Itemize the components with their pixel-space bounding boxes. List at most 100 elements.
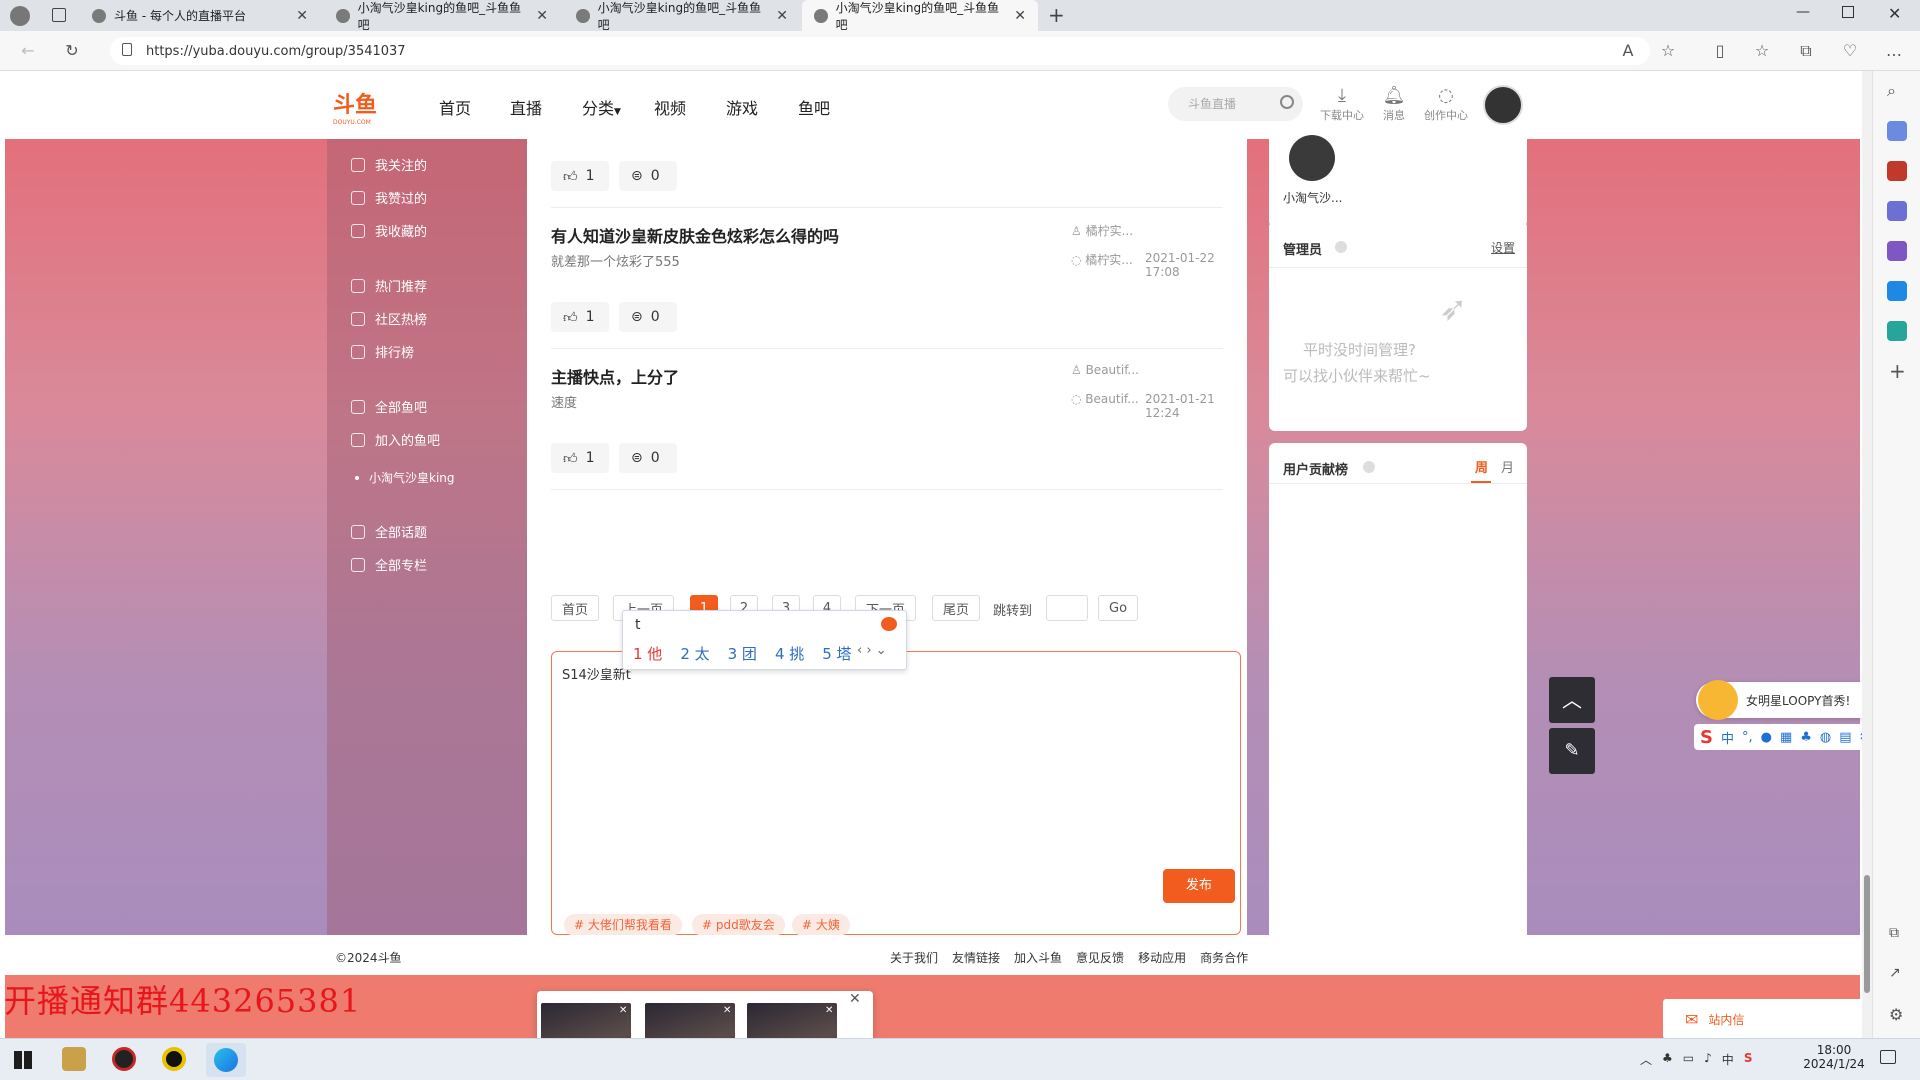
like-button[interactable]: 👍︎ 1	[551, 302, 609, 332]
sidebar-item-all-yuba[interactable]: 全部鱼吧	[351, 397, 427, 416]
search-icon[interactable]: ⌕	[1887, 81, 1907, 101]
chevron-up-icon[interactable]: ︿	[1640, 1051, 1652, 1068]
help-icon[interactable]	[1363, 461, 1375, 473]
sidebar-item-following[interactable]: 我关注的	[351, 155, 427, 174]
sidebar-item-all-columns[interactable]: 全部专栏	[351, 555, 427, 574]
refresh-icon[interactable]: ↻	[62, 41, 82, 61]
post-author[interactable]: ♙ 橘柠实...	[1071, 222, 1133, 239]
scrollbar-thumb[interactable]	[1864, 875, 1870, 993]
thumbnail-image[interactable]	[747, 1003, 837, 1038]
tools-icon[interactable]	[1887, 161, 1907, 181]
sidebar-item-joined-yuba[interactable]: 加入的鱼吧	[351, 430, 440, 449]
post-title[interactable]: 有人知道沙皇新皮肤金色炫彩怎么得的吗	[551, 223, 839, 247]
post-editor[interactable]: S14沙皇新t # 大佬们帮我看看 # pdd歌友会 # 大姨	[551, 651, 1241, 936]
edit-post-button[interactable]: ✎	[1549, 728, 1595, 774]
mic-icon[interactable]: ●	[1761, 730, 1772, 745]
ime-candidate[interactable]: 3 团	[728, 643, 757, 664]
settings-icon[interactable]: ⚙	[1889, 1005, 1903, 1024]
remove-thumb-icon[interactable]: ✕	[619, 1005, 627, 1016]
sidebar-item-hot[interactable]: 热门推荐	[351, 276, 427, 295]
tab-week[interactable]: 周	[1475, 457, 1488, 476]
close-popup-icon[interactable]: ✕	[849, 991, 861, 1007]
thumbnail-image[interactable]	[541, 1003, 631, 1038]
back-icon[interactable]: ←	[18, 41, 38, 61]
page-first-button[interactable]: 首页	[551, 595, 600, 621]
close-icon[interactable]: ✕	[296, 8, 308, 24]
shopping-icon[interactable]	[1887, 121, 1907, 141]
office-icon[interactable]	[1887, 241, 1907, 261]
league-client-icon[interactable]	[62, 1047, 86, 1071]
sidebar-item-collected[interactable]: 我收藏的	[351, 221, 427, 240]
like-button[interactable]: 👍︎ 1	[551, 161, 609, 191]
collections-icon[interactable]: ⧉	[1796, 41, 1816, 61]
close-icon[interactable]: ✕	[1014, 8, 1026, 24]
nav-category[interactable]: 分类▼	[582, 95, 621, 119]
nav-yuba[interactable]: 鱼吧	[798, 95, 830, 119]
keyboard-icon[interactable]: ▦	[1780, 730, 1792, 745]
footer-link-business[interactable]: 商务合作	[1200, 949, 1248, 966]
network-icon[interactable]: ▭	[1683, 1051, 1694, 1068]
creator-center[interactable]: ◌ 创作中心	[1421, 85, 1471, 123]
ime-candidate[interactable]: 4 挑	[775, 643, 804, 664]
sidebar-item-current-group[interactable]: 小淘气沙皇king	[355, 469, 455, 486]
remove-thumb-icon[interactable]: ✕	[825, 1005, 833, 1016]
sidebar-item-ranking[interactable]: 排行榜	[351, 342, 414, 361]
browser-essentials-icon[interactable]: ♡	[1840, 41, 1860, 61]
tab-4-active[interactable]: 小淘气沙皇king的鱼吧_斗鱼鱼吧 ✕	[802, 0, 1038, 32]
footer-link-join[interactable]: 加入斗鱼	[1014, 949, 1062, 966]
grid-icon[interactable]: ▤	[1839, 730, 1851, 745]
minimize-icon[interactable]: —	[1796, 4, 1810, 20]
topic-tag[interactable]: # pdd歌友会	[692, 914, 785, 936]
admin-setting-link[interactable]: 设置	[1491, 239, 1515, 256]
favorites-icon[interactable]: ☆	[1752, 41, 1772, 61]
download-center[interactable]: ⤓ 下载中心	[1317, 85, 1367, 123]
help-icon[interactable]	[1335, 241, 1347, 253]
outlook-icon[interactable]	[1887, 281, 1907, 301]
screenshot-icon[interactable]: ⧉	[1889, 925, 1899, 941]
sogou-tray-icon[interactable]: S	[1744, 1051, 1753, 1068]
tab-2[interactable]: 小淘气沙皇king的鱼吧_斗鱼鱼吧 ✕	[324, 0, 560, 32]
volume-icon[interactable]: ♪	[1704, 1051, 1712, 1068]
footer-link-friends[interactable]: 友情链接	[952, 949, 1000, 966]
ime-skin-icon[interactable]	[881, 617, 897, 631]
obs-icon[interactable]	[162, 1047, 186, 1071]
edge-taskbar-button[interactable]	[206, 1043, 246, 1077]
send-icon[interactable]	[1887, 321, 1907, 341]
url-field[interactable]: https://yuba.douyu.com/group/3541037	[110, 37, 1650, 65]
punctuation-icon[interactable]: °,	[1742, 730, 1753, 745]
favorite-star-icon[interactable]: ☆	[1658, 41, 1678, 61]
add-icon[interactable]: +	[1889, 359, 1906, 383]
maximize-icon[interactable]	[1842, 6, 1854, 18]
notifications-icon[interactable]	[1880, 1050, 1896, 1064]
recorder-icon[interactable]	[112, 1047, 136, 1071]
comment-button[interactable]: ⊜ 0	[619, 302, 677, 332]
tab-3[interactable]: 小淘气沙皇king的鱼吧_斗鱼鱼吧 ✕	[564, 0, 800, 32]
read-aloud-icon[interactable]: A	[1618, 41, 1638, 61]
comment-button[interactable]: ⊜ 0	[619, 443, 677, 473]
clock[interactable]: 18:00 2024/1/24	[1800, 1043, 1868, 1071]
topic-tag[interactable]: # 大姨	[792, 914, 850, 936]
new-tab-icon[interactable]: +	[1048, 3, 1065, 27]
games-icon[interactable]	[1887, 201, 1907, 221]
post-title[interactable]: 主播快点，上分了	[551, 364, 679, 388]
messages[interactable]: 🔔︎ 消息	[1369, 85, 1419, 123]
page-scrollbar[interactable]	[1862, 71, 1872, 1038]
close-window-icon[interactable]: ✕	[1888, 4, 1901, 23]
close-icon[interactable]: ✕	[776, 8, 788, 24]
external-icon[interactable]: ↗	[1889, 965, 1901, 981]
tab-1[interactable]: 斗鱼 - 每个人的直播平台 ✕	[80, 0, 320, 31]
like-button[interactable]: 👍︎ 1	[551, 443, 609, 473]
page-last-button[interactable]: 尾页	[932, 595, 981, 621]
more-menu-icon[interactable]: …	[1884, 41, 1904, 61]
inbox-button[interactable]: ✉ 站内信	[1663, 999, 1860, 1038]
ime-candidate[interactable]: 2 太	[680, 643, 709, 664]
tab-actions-icon[interactable]	[52, 8, 66, 22]
ime-mode[interactable]: 中	[1721, 728, 1734, 747]
skin-icon[interactable]: ♣	[1800, 730, 1812, 745]
nav-game[interactable]: 游戏	[726, 95, 758, 119]
sidebar-item-community-hot[interactable]: 社区热榜	[351, 309, 427, 328]
jump-page-input[interactable]	[1046, 595, 1088, 621]
ime-page-arrows-icon[interactable]: ‹ › ⌄	[857, 643, 887, 658]
publish-button[interactable]: 发布	[1163, 869, 1235, 903]
douyu-logo[interactable]: 斗鱼 DOUYU.COM	[333, 87, 415, 126]
